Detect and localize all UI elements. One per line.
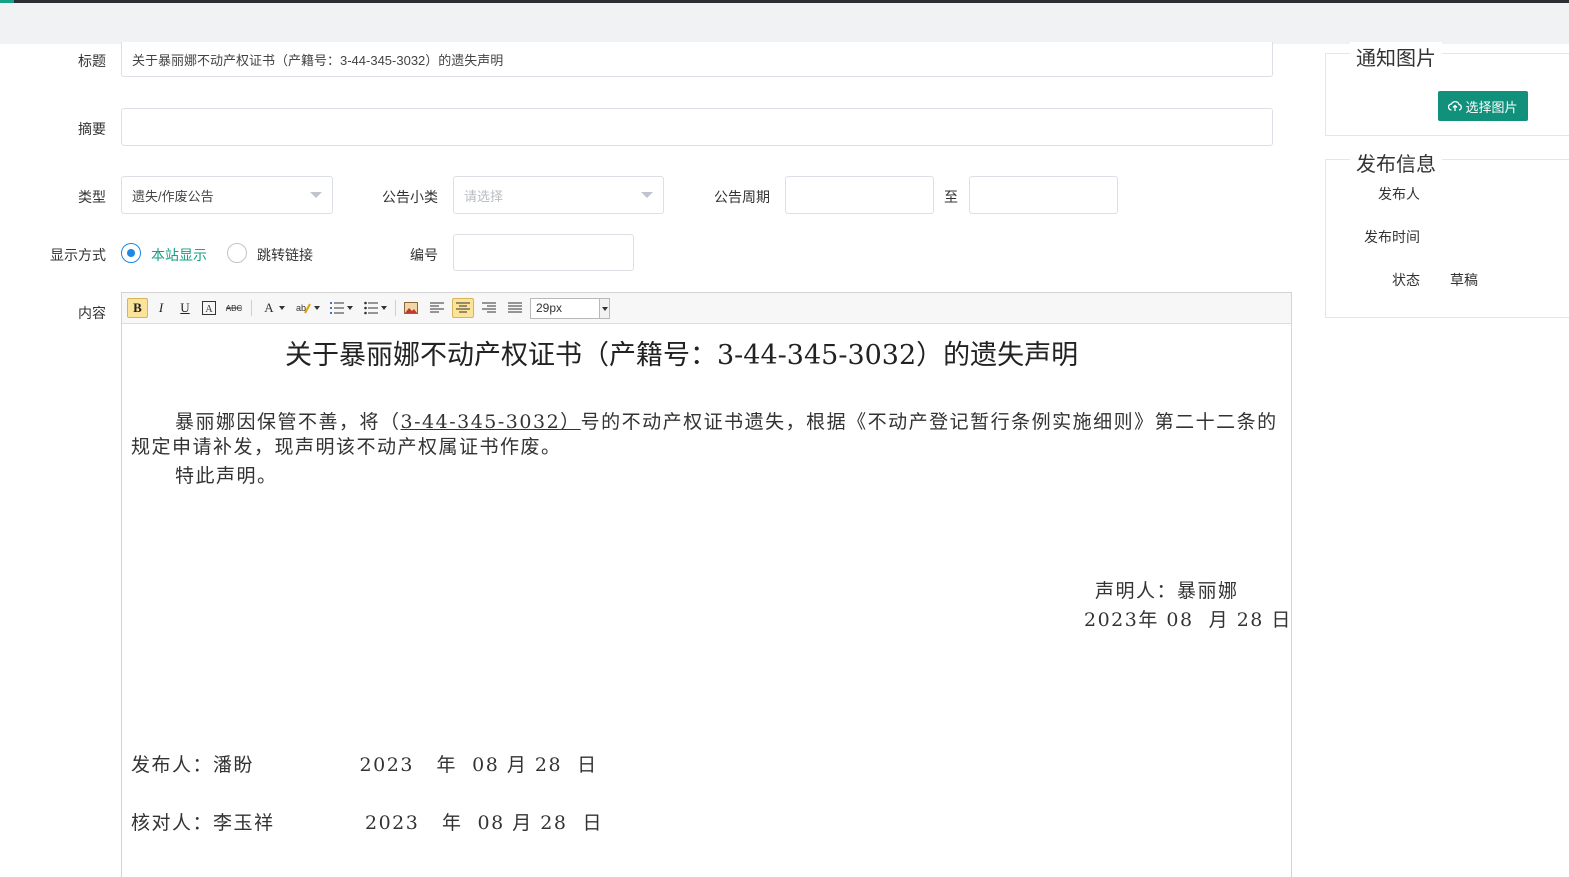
- doc-declare-date: 2023年 08 月 28 日: [1084, 609, 1292, 631]
- radio-site-display[interactable]: [121, 243, 141, 263]
- select-image-label: 选择图片: [1465, 99, 1518, 115]
- font-color-icon[interactable]: A: [258, 298, 288, 318]
- type-label: 类型: [78, 189, 106, 205]
- ordered-list-icon[interactable]: [327, 298, 355, 318]
- align-left-icon[interactable]: [427, 298, 447, 318]
- doc-paragraph-2: 特此声明。: [175, 465, 278, 487]
- number-label: 编号: [410, 247, 438, 263]
- header-strip: [0, 3, 1569, 44]
- notice-image-title: 通知图片: [1350, 42, 1442, 71]
- status-value: 草稿: [1450, 272, 1478, 288]
- strikethrough-icon[interactable]: ABC: [223, 298, 245, 318]
- type-select[interactable]: 遗失/作废公告: [121, 176, 333, 214]
- publish-info-title: 发布信息: [1350, 148, 1442, 177]
- text-box-icon[interactable]: A: [200, 298, 218, 318]
- underline-button[interactable]: U: [176, 298, 194, 318]
- content-label: 内容: [78, 305, 106, 321]
- font-size-value: 29px: [536, 301, 563, 315]
- subtype-select-placeholder: 请选择: [464, 188, 504, 204]
- period-label: 公告周期: [714, 189, 770, 205]
- insert-image-icon[interactable]: [401, 298, 421, 318]
- number-input[interactable]: [453, 234, 634, 271]
- doc-publisher-line: 发布人：潘盼 2023 年 08 月 28 日: [131, 754, 598, 776]
- title-input-value: 关于暴丽娜不动产权证书（产籍号：3-44-345-3032）的遗失声明: [132, 52, 504, 68]
- select-image-button[interactable]: 选择图片: [1438, 91, 1528, 121]
- bullet-list-icon[interactable]: [361, 298, 389, 318]
- period-to-label: 至: [944, 189, 958, 205]
- highlight-color-icon[interactable]: ab: [292, 298, 322, 318]
- subtype-select[interactable]: 请选择: [453, 176, 664, 214]
- publish-time-label: 发布时间: [1364, 229, 1420, 245]
- title-label: 标题: [78, 53, 106, 69]
- subtype-label: 公告小类: [382, 189, 438, 205]
- font-size-select[interactable]: 29px: [530, 298, 610, 319]
- chevron-down-icon[interactable]: [599, 299, 609, 318]
- doc-paragraph-1-line2: 规定申请补发，现声明该不动产权属证书作废。: [131, 436, 562, 458]
- align-right-icon[interactable]: [479, 298, 499, 318]
- toolbar-divider: [395, 300, 396, 316]
- align-center-icon[interactable]: [452, 298, 474, 318]
- rich-text-editor[interactable]: B I U A ABC A ab 29px 关于暴丽娜不动产权证书（产籍号：3-…: [121, 292, 1292, 877]
- display-label: 显示方式: [50, 247, 106, 263]
- toolbar-divider: [251, 300, 252, 316]
- editor-toolbar: B I U A ABC A ab 29px: [122, 293, 1291, 324]
- summary-label: 摘要: [78, 121, 106, 137]
- radio-site-display-label[interactable]: 本站显示: [151, 245, 207, 265]
- align-justify-icon[interactable]: [505, 298, 525, 318]
- doc-property-number: 3-44-345-3032）: [400, 411, 581, 433]
- publish-info-panel: [1325, 159, 1569, 318]
- italic-button[interactable]: I: [152, 298, 170, 318]
- svg-text:A: A: [205, 304, 213, 315]
- period-end-input[interactable]: [969, 176, 1118, 214]
- svg-text:ab: ab: [295, 303, 305, 313]
- doc-declarant: 声明人：暴丽娜: [1095, 580, 1239, 602]
- radio-redirect-link-label[interactable]: 跳转链接: [257, 245, 313, 265]
- bold-button[interactable]: B: [127, 298, 148, 318]
- doc-checker-line: 核对人：李玉祥 2023 年 08 月 28 日: [131, 812, 604, 834]
- type-select-value: 遗失/作废公告: [132, 188, 214, 204]
- summary-input[interactable]: [121, 108, 1273, 146]
- svg-text:A: A: [264, 301, 274, 315]
- cloud-upload-icon: [1448, 100, 1463, 111]
- doc-paragraph-1-end: 号的不动产权证书遗失，根据《不动产登记暂行条例实施细则》第二十二条的: [580, 411, 1278, 433]
- doc-paragraph-1-start: 暴丽娜因保管不善，将（: [175, 411, 401, 433]
- period-start-input[interactable]: [785, 176, 934, 214]
- radio-redirect-link[interactable]: [227, 243, 247, 263]
- doc-title: 关于暴丽娜不动产权证书（产籍号：3-44-345-3032）的遗失声明: [285, 340, 1079, 371]
- chevron-down-icon: [641, 192, 653, 198]
- title-input[interactable]: 关于暴丽娜不动产权证书（产籍号：3-44-345-3032）的遗失声明: [121, 42, 1273, 77]
- chevron-down-icon: [310, 192, 322, 198]
- status-label: 状态: [1392, 272, 1420, 288]
- doc-paragraph-1: 暴丽娜因保管不善，将（3-44-345-3032）号的不动产权证书遗失，根据《不…: [175, 407, 1278, 434]
- publisher-label: 发布人: [1378, 186, 1420, 202]
